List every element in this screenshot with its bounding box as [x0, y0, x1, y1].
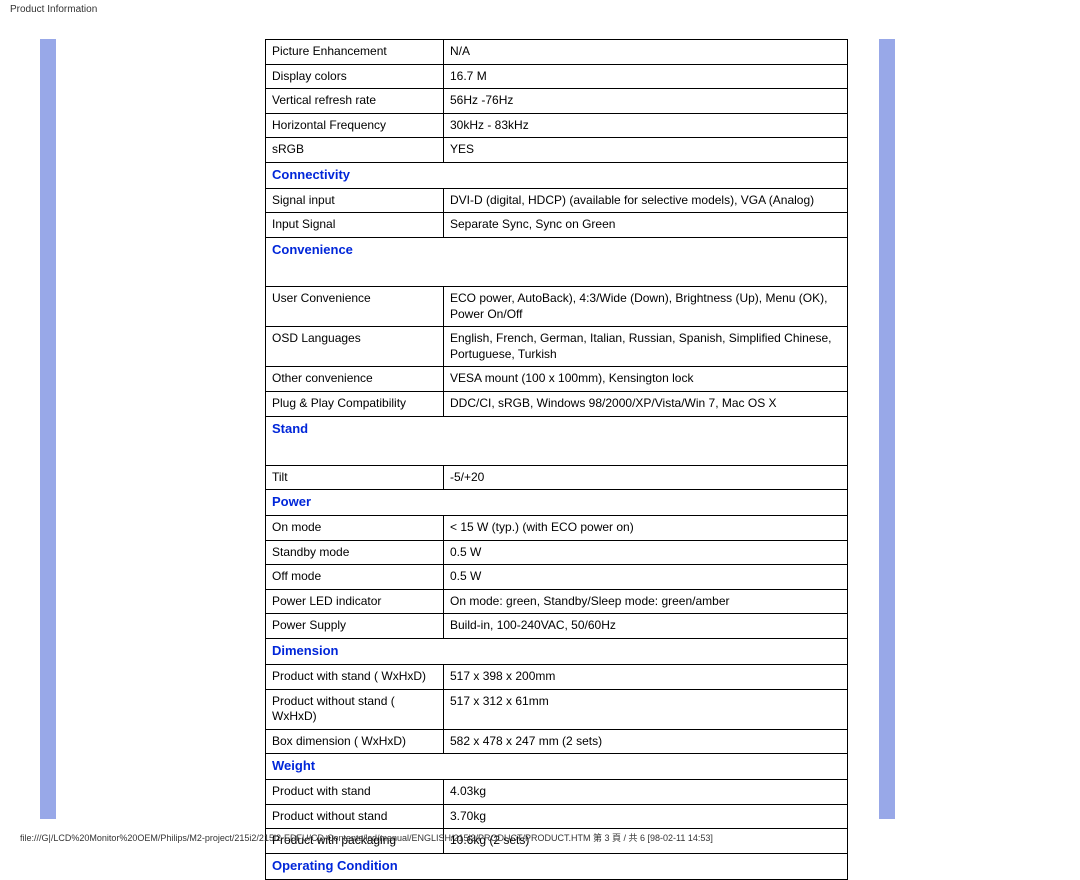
section-header-row: Convenience — [266, 238, 848, 287]
spec-label: Plug & Play Compatibility — [266, 392, 444, 417]
spec-table-container: Picture Enhancement N/A Display colors 1… — [265, 39, 848, 880]
spec-value: 517 x 312 x 61mm — [444, 689, 848, 729]
spec-label: Product without stand ( WxHxD) — [266, 689, 444, 729]
footer-file-path: file:///G|/LCD%20Monitor%20OEM/Philips/M… — [20, 831, 713, 844]
spec-label: Vertical refresh rate — [266, 89, 444, 114]
table-row: Product without stand ( WxHxD) 517 x 312… — [266, 689, 848, 729]
spec-value: -5/+20 — [444, 465, 848, 490]
table-row: Horizontal Frequency 30kHz - 83kHz — [266, 113, 848, 138]
spec-value: DVI-D (digital, HDCP) (available for sel… — [444, 188, 848, 213]
table-row: Other convenience VESA mount (100 x 100m… — [266, 367, 848, 392]
spec-label: Product without stand — [266, 804, 444, 829]
spec-value: 16.7 M — [444, 64, 848, 89]
section-header-row: Power — [266, 490, 848, 516]
spec-label: Product with stand ( WxHxD) — [266, 664, 444, 689]
spec-value: VESA mount (100 x 100mm), Kensington loc… — [444, 367, 848, 392]
table-row: OSD Languages English, French, German, I… — [266, 327, 848, 367]
section-operating-condition: Operating Condition — [266, 854, 848, 880]
spec-label: Signal input — [266, 188, 444, 213]
table-row: Box dimension ( WxHxD) 582 x 478 x 247 m… — [266, 729, 848, 754]
table-row: User Convenience ECO power, AutoBack), 4… — [266, 287, 848, 327]
spec-value: YES — [444, 138, 848, 163]
spec-value: On mode: green, Standby/Sleep mode: gree… — [444, 589, 848, 614]
spec-label: sRGB — [266, 138, 444, 163]
spec-label: Standby mode — [266, 540, 444, 565]
spec-value: 582 x 478 x 247 mm (2 sets) — [444, 729, 848, 754]
table-row: Plug & Play Compatibility DDC/CI, sRGB, … — [266, 392, 848, 417]
spec-label: Picture Enhancement — [266, 40, 444, 65]
section-dimension: Dimension — [266, 639, 848, 665]
table-row: Standby mode 0.5 W — [266, 540, 848, 565]
section-header-row: Stand — [266, 416, 848, 465]
spec-label: Tilt — [266, 465, 444, 490]
spec-label: Display colors — [266, 64, 444, 89]
table-row: Display colors 16.7 M — [266, 64, 848, 89]
spec-value: Build-in, 100-240VAC, 50/60Hz — [444, 614, 848, 639]
table-row: Vertical refresh rate 56Hz -76Hz — [266, 89, 848, 114]
table-row: Picture Enhancement N/A — [266, 40, 848, 65]
spec-table: Picture Enhancement N/A Display colors 1… — [265, 39, 848, 880]
spec-value: 0.5 W — [444, 565, 848, 590]
spec-value: 0.5 W — [444, 540, 848, 565]
spec-value: Separate Sync, Sync on Green — [444, 213, 848, 238]
spec-label: Horizontal Frequency — [266, 113, 444, 138]
table-row: Tilt -5/+20 — [266, 465, 848, 490]
section-stand: Stand — [266, 416, 848, 465]
table-row: Power LED indicator On mode: green, Stan… — [266, 589, 848, 614]
spec-label: Box dimension ( WxHxD) — [266, 729, 444, 754]
table-row: Power Supply Build-in, 100-240VAC, 50/60… — [266, 614, 848, 639]
section-connectivity: Connectivity — [266, 162, 848, 188]
spec-label: User Convenience — [266, 287, 444, 327]
table-row: On mode < 15 W (typ.) (with ECO power on… — [266, 516, 848, 541]
section-weight: Weight — [266, 754, 848, 780]
spec-label: Power Supply — [266, 614, 444, 639]
spec-value: DDC/CI, sRGB, Windows 98/2000/XP/Vista/W… — [444, 392, 848, 417]
table-row: Product without stand 3.70kg — [266, 804, 848, 829]
spec-value: English, French, German, Italian, Russia… — [444, 327, 848, 367]
spec-value: ECO power, AutoBack), 4:3/Wide (Down), B… — [444, 287, 848, 327]
table-row: Product with stand ( WxHxD) 517 x 398 x … — [266, 664, 848, 689]
spec-label: Product with stand — [266, 780, 444, 805]
spec-value: 4.03kg — [444, 780, 848, 805]
section-header-row: Dimension — [266, 639, 848, 665]
right-sidebar-stripe — [879, 39, 895, 819]
spec-label: OSD Languages — [266, 327, 444, 367]
section-header-row: Connectivity — [266, 162, 848, 188]
spec-label: Power LED indicator — [266, 589, 444, 614]
section-header-row: Operating Condition — [266, 854, 848, 880]
section-power: Power — [266, 490, 848, 516]
left-sidebar-stripe — [40, 39, 56, 819]
spec-value: N/A — [444, 40, 848, 65]
spec-value: 3.70kg — [444, 804, 848, 829]
table-row: Signal input DVI-D (digital, HDCP) (avai… — [266, 188, 848, 213]
spec-label: Input Signal — [266, 213, 444, 238]
table-row: Product with stand 4.03kg — [266, 780, 848, 805]
table-row: sRGB YES — [266, 138, 848, 163]
spec-value: 517 x 398 x 200mm — [444, 664, 848, 689]
spec-value: 30kHz - 83kHz — [444, 113, 848, 138]
spec-value: 56Hz -76Hz — [444, 89, 848, 114]
spec-label: Off mode — [266, 565, 444, 590]
spec-label: Other convenience — [266, 367, 444, 392]
section-convenience: Convenience — [266, 238, 848, 287]
section-header-row: Weight — [266, 754, 848, 780]
spec-value: < 15 W (typ.) (with ECO power on) — [444, 516, 848, 541]
page-header-title: Product Information — [0, 0, 1080, 19]
table-row: Off mode 0.5 W — [266, 565, 848, 590]
spec-label: On mode — [266, 516, 444, 541]
table-row: Input Signal Separate Sync, Sync on Gree… — [266, 213, 848, 238]
